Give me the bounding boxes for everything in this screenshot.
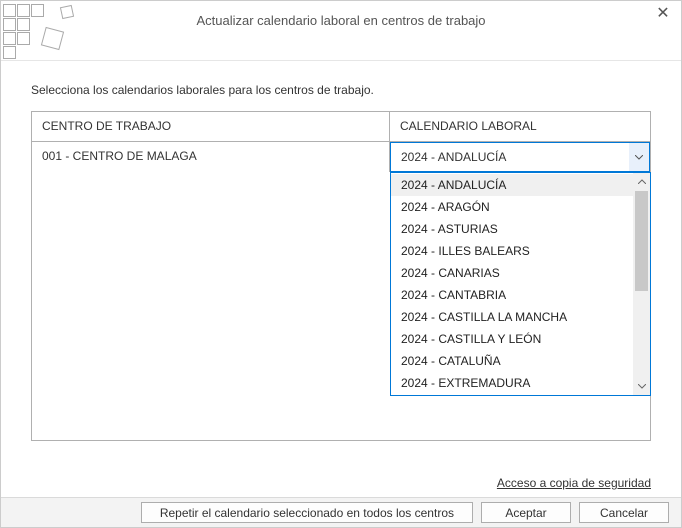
dropdown-option[interactable]: 2024 - ILLES BALEARS [391,240,633,262]
dropdown-option[interactable]: 2024 - ARAGÓN [391,196,633,218]
instruction-text: Selecciona los calendarios laborales par… [31,83,681,97]
dropdown-list: 2024 - ANDALUCÍA2024 - ARAGÓN2024 - ASTU… [391,173,633,395]
dialog-header: Actualizar calendario laboral en centros… [1,1,681,61]
dropdown-scrollbar[interactable] [633,173,650,395]
chevron-down-icon [629,143,649,171]
dropdown-option[interactable]: 2024 - CANTABRIA [391,284,633,306]
scroll-up-icon[interactable] [633,173,650,190]
cancel-button[interactable]: Cancelar [579,502,669,523]
dialog-title: Actualizar calendario laboral en centros… [1,13,681,28]
scroll-down-icon[interactable] [633,378,650,395]
dropdown-option[interactable]: 2024 - EXTREMADURA [391,372,633,394]
combobox-value: 2024 - ANDALUCÍA [391,150,629,164]
dropdown-option[interactable]: 2024 - CASTILLA LA MANCHA [391,306,633,328]
table-row: 001 - CENTRO DE MALAGA 2024 - ANDALUCÍA [32,142,650,172]
dropdown-option[interactable]: 2024 - ASTURIAS [391,218,633,240]
dropdown-option[interactable]: 2024 - CANARIAS [391,262,633,284]
cell-calendario: 2024 - ANDALUCÍA [390,142,650,172]
accept-button[interactable]: Aceptar [481,502,571,523]
dropdown-option[interactable]: 2024 - CASTILLA Y LEÓN [391,328,633,350]
backup-link[interactable]: Acceso a copia de seguridad [497,476,651,490]
centros-table: CENTRO DE TRABAJO CALENDARIO LABORAL 001… [31,111,651,441]
calendario-combobox[interactable]: 2024 - ANDALUCÍA [390,142,650,172]
close-button[interactable]: ✕ [649,3,677,27]
dropdown-option[interactable]: 2024 - CATALUÑA [391,350,633,372]
backup-link-row: Acceso a copia de seguridad [497,476,651,490]
dialog-footer: Repetir el calendario seleccionado en to… [1,497,681,527]
table-header-centro: CENTRO DE TRABAJO [32,112,390,141]
table-header-row: CENTRO DE TRABAJO CALENDARIO LABORAL [32,112,650,142]
cell-centro: 001 - CENTRO DE MALAGA [32,142,390,172]
table-header-calendario: CALENDARIO LABORAL [390,112,650,141]
app-logo-icon [1,1,81,59]
calendario-dropdown: 2024 - ANDALUCÍA2024 - ARAGÓN2024 - ASTU… [390,172,651,396]
close-icon: ✕ [656,5,669,22]
repeat-button[interactable]: Repetir el calendario seleccionado en to… [141,502,473,523]
scrollbar-thumb[interactable] [635,191,648,291]
dropdown-option[interactable]: 2024 - ANDALUCÍA [391,174,633,196]
